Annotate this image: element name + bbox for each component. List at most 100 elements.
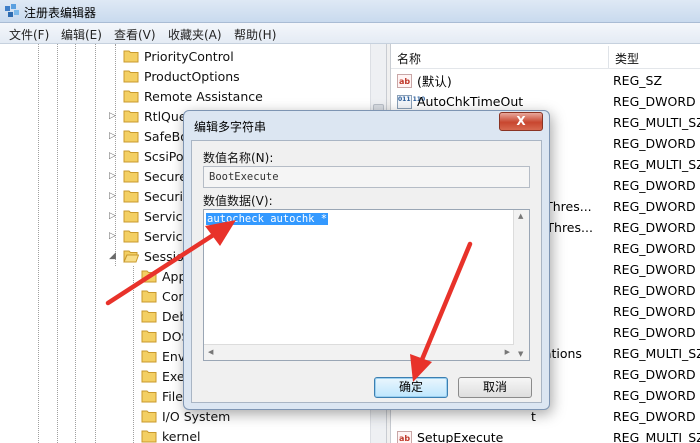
value-type: REG_DWORD: [613, 94, 696, 109]
menu-help[interactable]: 帮助(H): [234, 26, 276, 43]
value-type: REG_MULTI_SZ: [613, 346, 700, 361]
value-type: REG_DWORD: [613, 136, 696, 151]
value-type: REG_DWORD: [613, 388, 696, 403]
menu-file[interactable]: 文件(F): [9, 26, 49, 43]
scroll-left-arrow-icon[interactable]: ◀: [208, 348, 213, 356]
value-type: REG_DWORD: [613, 178, 696, 193]
tree-item[interactable]: ProductOptions: [123, 66, 240, 86]
folder-icon: [123, 210, 139, 223]
textarea-horizontal-scrollbar[interactable]: ◀ ▶: [204, 344, 514, 360]
scroll-right-arrow-icon[interactable]: ▶: [505, 348, 510, 356]
menu-favorites[interactable]: 收藏夹(A): [168, 26, 222, 43]
window-title: 注册表编辑器: [24, 6, 97, 20]
tree-guide-line: [133, 266, 134, 443]
tree-item[interactable]: kernel: [141, 426, 201, 443]
ok-button[interactable]: 确定: [374, 377, 448, 398]
folder-icon: [141, 410, 157, 423]
value-type: REG_DWORD: [613, 325, 696, 340]
tree-item[interactable]: RtlQuer: [123, 106, 192, 126]
value-type: REG_DWORD: [613, 220, 696, 235]
value-type: REG_DWORD: [613, 262, 696, 277]
folder-icon: [123, 170, 139, 183]
close-button[interactable]: X: [499, 112, 543, 131]
expand-arrow-icon[interactable]: ▷: [109, 111, 117, 121]
tree-item[interactable]: Exe: [141, 366, 185, 386]
value-name: AutoChkTimeOut: [417, 94, 524, 109]
scroll-up-arrow-icon[interactable]: ▲: [518, 212, 523, 220]
folder-icon: [141, 350, 157, 363]
value-type: REG_DWORD: [613, 367, 696, 382]
menu-edit[interactable]: 编辑(E): [61, 26, 102, 43]
expand-arrow-icon[interactable]: ▷: [109, 131, 117, 141]
value-name: t: [531, 409, 536, 424]
list-item[interactable]: 011 110 AutoChkTimeOut: [397, 91, 523, 112]
scroll-down-arrow-icon[interactable]: ▼: [518, 350, 523, 358]
tree-item[interactable]: Cor: [141, 286, 184, 306]
column-header-name[interactable]: 名称: [391, 46, 609, 68]
value-name-label: 数值名称(N):: [203, 151, 274, 165]
tree-guide-line: [95, 44, 96, 443]
menu-view[interactable]: 查看(V): [114, 26, 156, 43]
tree-item[interactable]: PriorityControl: [123, 46, 234, 66]
tree-item[interactable]: Service: [123, 206, 190, 226]
title-bar: 注册表编辑器: [0, 0, 700, 23]
value-type: REG_DWORD: [613, 304, 696, 319]
string-value-icon: ab: [397, 430, 412, 443]
value-data-textarea[interactable]: autocheck autochk * ▲ ▼ ◀ ▶: [203, 209, 530, 361]
value-type: REG_MULTI_SZ: [613, 115, 700, 130]
expand-arrow-icon[interactable]: ▷: [109, 171, 117, 181]
folder-icon: [141, 390, 157, 403]
folder-icon: [141, 430, 157, 443]
binary-value-icon: 011 110: [397, 94, 425, 109]
collapse-arrow-icon[interactable]: ◢: [109, 251, 117, 261]
folder-icon: [141, 330, 157, 343]
expand-arrow-icon[interactable]: ▷: [109, 191, 117, 201]
folder-icon: [123, 70, 139, 83]
dialog-body: 数值名称(N): BootExecute 数值数据(V): autocheck …: [191, 140, 542, 403]
textarea-vertical-scrollbar[interactable]: ▲ ▼: [513, 210, 529, 360]
folder-icon: [123, 90, 139, 103]
folder-icon: [141, 270, 157, 283]
folder-icon: [123, 50, 139, 63]
folder-icon: [123, 150, 139, 163]
expand-arrow-icon[interactable]: ▷: [109, 151, 117, 161]
folder-icon: [123, 190, 139, 203]
tree-item[interactable]: Remote Assistance: [123, 86, 263, 106]
dialog-title: 编辑多字符串: [194, 120, 267, 134]
folder-icon: [141, 290, 157, 303]
tree-guide-line: [75, 44, 76, 443]
tree-item[interactable]: ScsiPor: [123, 146, 189, 166]
tree-item[interactable]: SafeBo: [123, 126, 188, 146]
value-data-selected-text: autocheck autochk *: [206, 213, 329, 225]
folder-icon: [123, 230, 139, 243]
tree-item[interactable]: Deb: [141, 306, 187, 326]
value-name: (默认): [417, 74, 452, 89]
registry-editor-icon: [5, 4, 19, 17]
header-divider: [391, 68, 700, 69]
list-item[interactable]: ab (默认): [397, 70, 452, 91]
value-type: REG_MULTI_SZ: [613, 157, 700, 172]
tree-item[interactable]: Sessio: [123, 246, 184, 266]
folder-icon: [141, 310, 157, 323]
tree-item[interactable]: App: [141, 266, 186, 286]
value-name-field[interactable]: BootExecute: [203, 166, 530, 188]
string-value-icon: ab: [397, 73, 412, 88]
tree-item[interactable]: Service: [123, 226, 190, 246]
cancel-button[interactable]: 取消: [458, 377, 532, 398]
column-header-type[interactable]: 类型: [609, 46, 700, 68]
value-type: REG_DWORD: [613, 199, 696, 214]
value-type: REG_DWORD: [613, 283, 696, 298]
edit-multi-string-dialog: 编辑多字符串 X 数值名称(N): BootExecute 数值数据(V): a…: [183, 110, 550, 410]
menu-bar: 文件(F) 编辑(E) 查看(V) 收藏夹(A) 帮助(H): [0, 23, 700, 44]
expand-arrow-icon[interactable]: ▷: [109, 231, 117, 241]
value-type: REG_DWORD: [613, 409, 696, 424]
tree-item[interactable]: Envi: [141, 346, 189, 366]
value-type: REG_SZ: [613, 73, 663, 88]
tree-guide-line: [57, 44, 58, 443]
expand-arrow-icon[interactable]: ▷: [109, 211, 117, 221]
list-item[interactable]: ab SetupExecute: [397, 427, 503, 443]
folder-icon: [141, 370, 157, 383]
open-folder-icon: [123, 250, 139, 263]
value-type: REG_MULTI_SZ: [613, 430, 700, 443]
value-data-label: 数值数据(V):: [203, 194, 273, 208]
